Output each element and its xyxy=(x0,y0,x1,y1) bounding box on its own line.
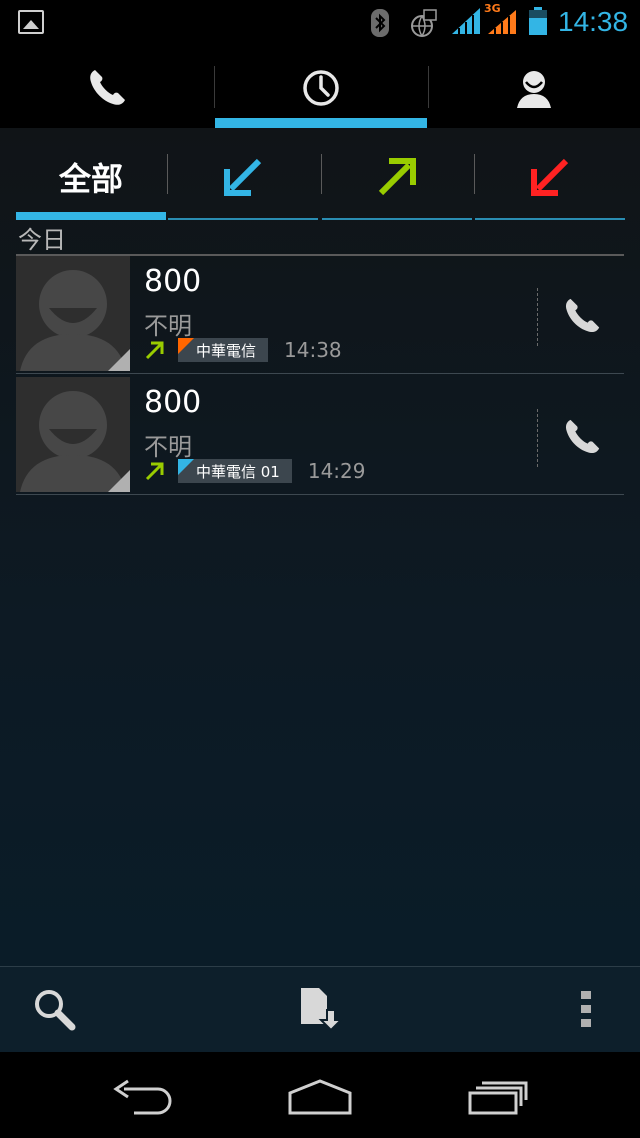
navigation-bar xyxy=(0,1052,640,1138)
call-filter-tabs: 全部 xyxy=(16,144,625,220)
quick-contact-badge xyxy=(108,470,130,492)
import-sim-icon xyxy=(301,988,343,1032)
section-header-label: 今日 xyxy=(18,226,66,254)
carrier-flag xyxy=(178,338,194,354)
search-button[interactable] xyxy=(24,981,84,1037)
overflow-menu-button[interactable] xyxy=(566,981,606,1037)
import-export-button[interactable] xyxy=(290,981,350,1037)
call-log-content: 全部 今日 800 不明 中華電信 14:38 800 不明 中華電信 01 1… xyxy=(0,128,640,966)
call-number: 800 xyxy=(144,385,202,420)
bluetooth-icon xyxy=(371,9,389,37)
back-button[interactable] xyxy=(102,1072,182,1122)
bottom-action-bar xyxy=(0,966,640,1052)
outgoing-call-icon xyxy=(145,462,164,481)
call-meta: 中華電信 01 14:29 xyxy=(144,459,366,483)
gallery-icon xyxy=(18,10,44,34)
call-time: 14:38 xyxy=(284,338,342,362)
selected-tab-indicator xyxy=(215,118,427,128)
carrier-name: 中華電信 xyxy=(196,341,257,360)
clock-icon xyxy=(303,70,339,106)
outgoing-call-arrow-icon xyxy=(378,158,416,196)
filter-tab-all[interactable]: 全部 xyxy=(16,144,166,220)
filter-tab-all-label: 全部 xyxy=(58,160,123,198)
call-meta: 中華電信 14:38 xyxy=(144,338,342,362)
outgoing-call-icon xyxy=(145,341,164,360)
status-time: 14:38 xyxy=(558,6,629,37)
call-log-row[interactable]: 800 不明 中華電信 01 14:29 xyxy=(16,377,624,495)
phone-icon xyxy=(565,298,600,333)
recent-apps-icon xyxy=(468,1081,528,1115)
recent-apps-button[interactable] xyxy=(458,1072,538,1122)
carrier-name: 中華電信 01 xyxy=(196,462,280,481)
call-time: 14:29 xyxy=(307,459,366,483)
call-label: 不明 xyxy=(144,312,192,340)
row-divider xyxy=(537,288,538,346)
phone-icon xyxy=(90,70,125,105)
phone-icon xyxy=(565,419,600,454)
filter-tab-outgoing[interactable] xyxy=(322,144,472,220)
call-label: 不明 xyxy=(144,433,192,461)
row-divider xyxy=(537,409,538,467)
search-icon xyxy=(35,990,76,1031)
filter-tab-missed[interactable] xyxy=(475,144,625,220)
battery-icon xyxy=(529,7,547,35)
filter-tab-line xyxy=(475,218,625,220)
filter-selected-indicator xyxy=(16,212,166,220)
filter-tab-line xyxy=(168,218,318,220)
contact-avatar[interactable] xyxy=(16,377,130,492)
contact-avatar[interactable] xyxy=(16,256,130,371)
data-sync-icon xyxy=(411,9,437,37)
filter-tab-line xyxy=(322,218,472,220)
filter-tab-incoming[interactable] xyxy=(168,144,318,220)
call-back-button[interactable] xyxy=(546,284,618,348)
call-log-tab[interactable] xyxy=(214,48,428,128)
carrier-badge: 中華電信 xyxy=(178,338,269,362)
section-header-today: 今日 xyxy=(16,222,624,256)
status-bar: 3G 14:38 xyxy=(0,0,640,48)
back-icon xyxy=(113,1079,172,1115)
phone-tab[interactable] xyxy=(0,48,214,128)
carrier-flag xyxy=(178,459,194,475)
contacts-tab[interactable] xyxy=(428,48,640,128)
carrier-badge: 中華電信 01 xyxy=(178,459,292,483)
call-log-row[interactable]: 800 不明 中華電信 14:38 xyxy=(16,256,624,374)
call-number: 800 xyxy=(144,264,202,299)
person-icon xyxy=(517,71,551,108)
action-bar-tabs xyxy=(0,48,640,128)
signal-3g-icon: 3G xyxy=(484,2,518,36)
signal-icon xyxy=(452,8,480,34)
home-button[interactable] xyxy=(280,1072,360,1122)
overflow-menu-icon xyxy=(581,991,591,1027)
incoming-call-arrow-icon xyxy=(224,158,262,196)
call-back-button[interactable] xyxy=(546,405,618,469)
home-icon xyxy=(288,1079,352,1115)
network-3g-label: 3G xyxy=(484,2,501,15)
quick-contact-badge xyxy=(108,349,130,371)
missed-call-arrow-icon xyxy=(531,158,569,196)
